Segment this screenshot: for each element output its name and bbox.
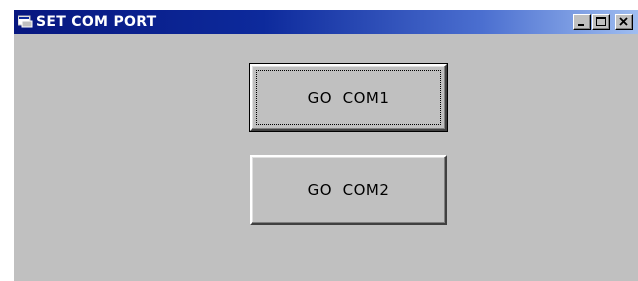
title-bar[interactable]: SET COM PORT xyxy=(14,10,638,34)
go-com1-label: GO COM1 xyxy=(307,88,390,107)
app-window-icon[interactable] xyxy=(17,15,33,28)
go-com2-button[interactable]: GO COM2 xyxy=(250,155,447,225)
window-title: SET COM PORT xyxy=(36,14,157,30)
go-com1-button[interactable]: GO COM1 xyxy=(249,63,448,132)
set-com-port-window: SET COM PORT GO COM1 GO COM2 xyxy=(14,10,638,281)
close-button[interactable] xyxy=(615,14,633,30)
minimize-button[interactable] xyxy=(573,14,591,30)
maximize-button[interactable] xyxy=(592,14,610,30)
go-com2-label: GO COM2 xyxy=(307,181,390,199)
